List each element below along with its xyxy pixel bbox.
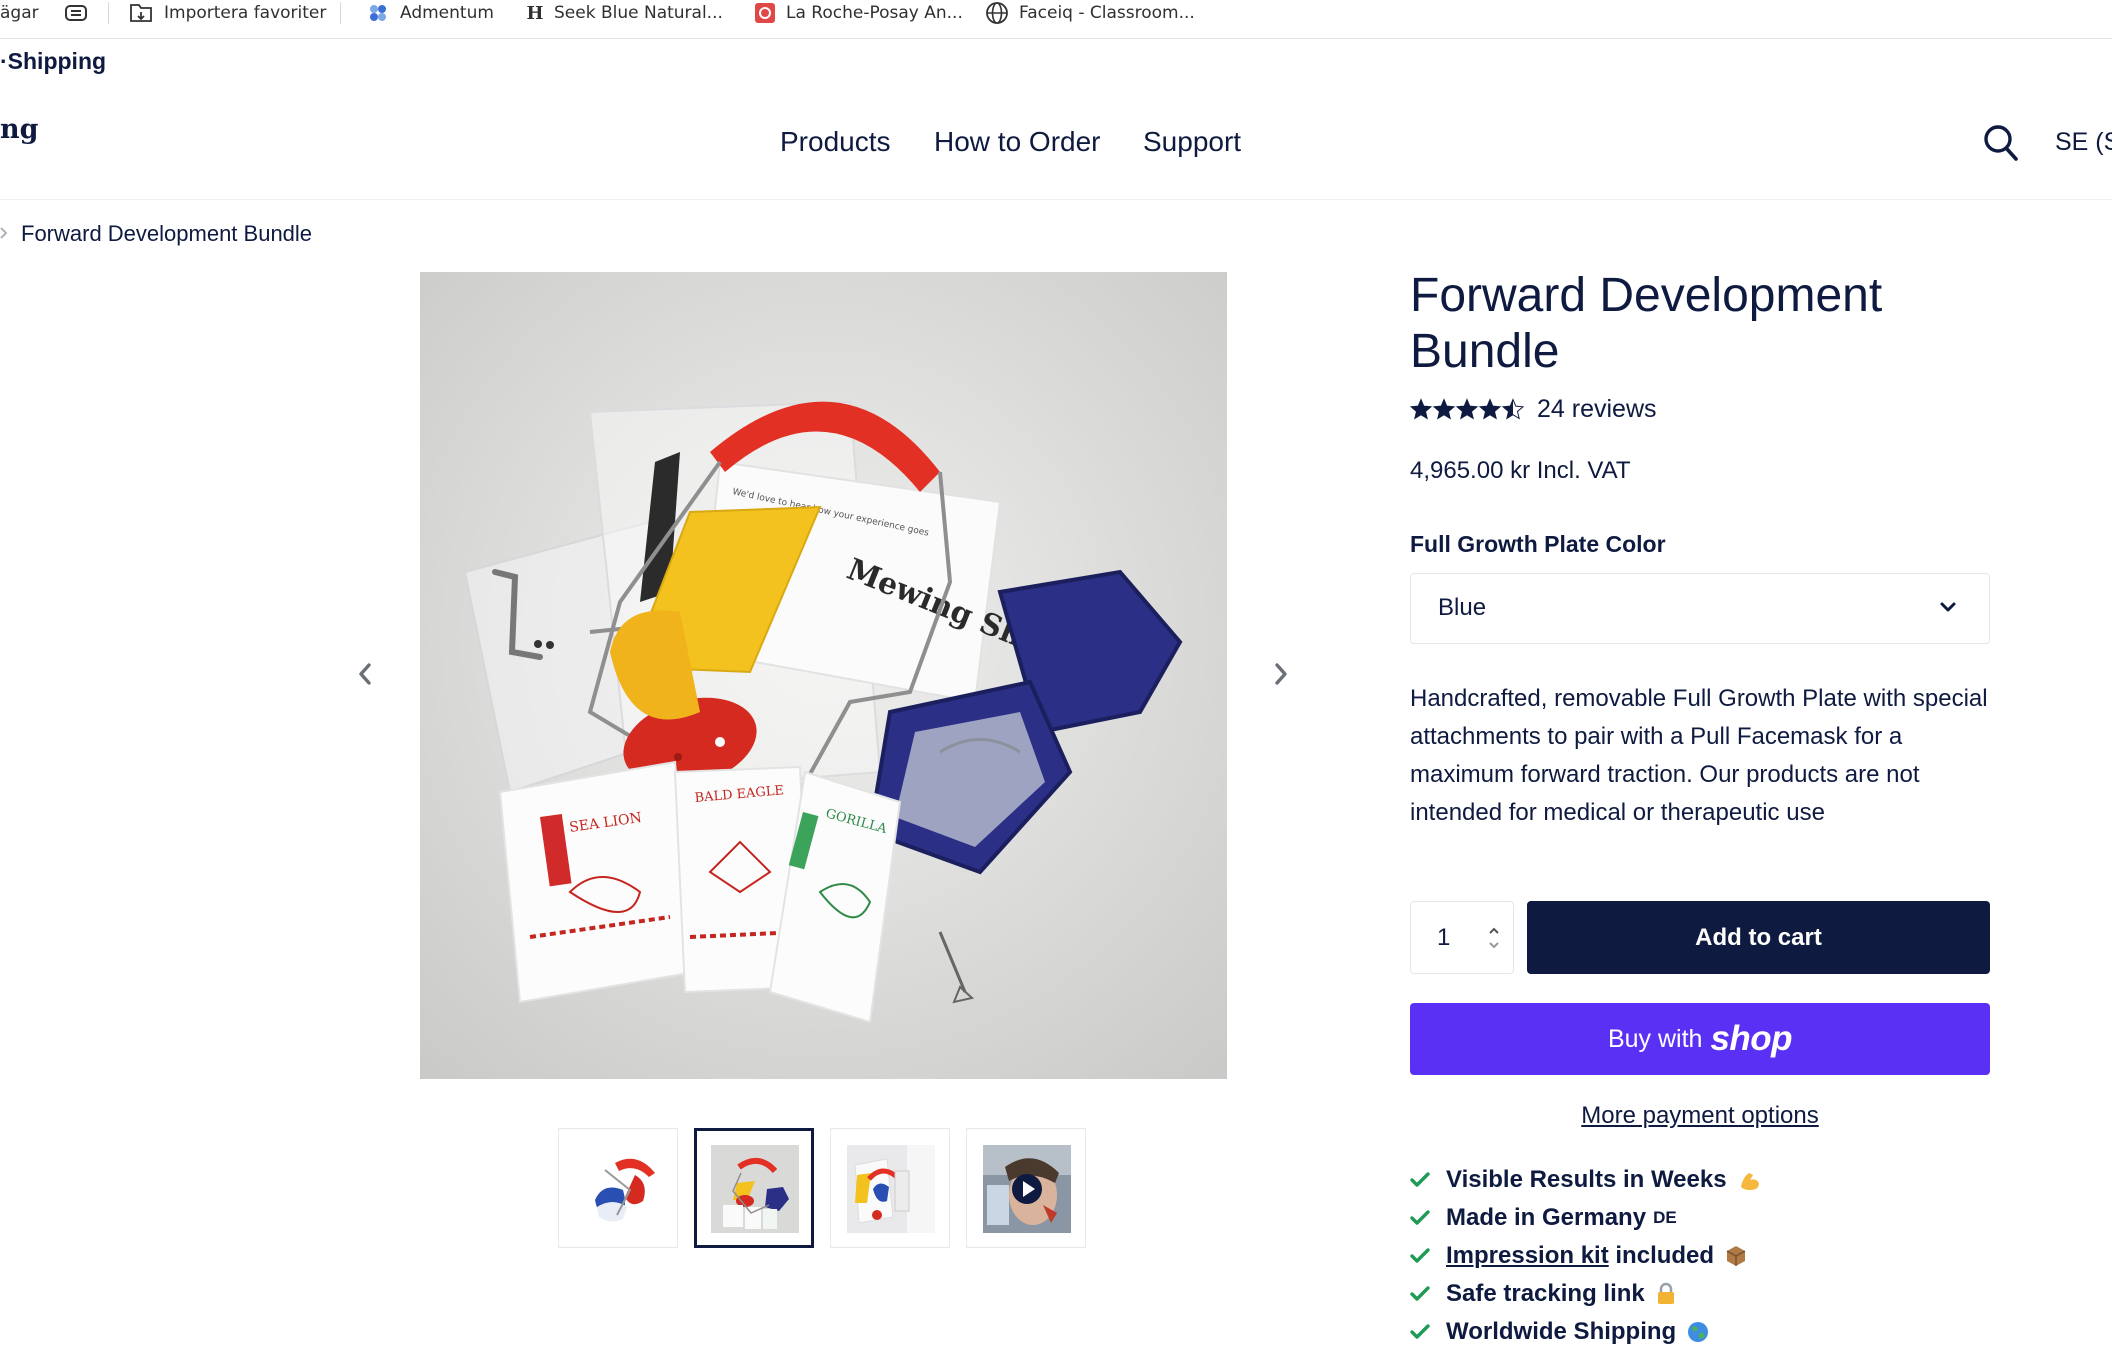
bookmark-item[interactable] xyxy=(64,0,98,26)
star-icon xyxy=(1409,398,1433,420)
product-title: Forward Development Bundle xyxy=(1410,269,1883,378)
announcement-bar: ·Shipping xyxy=(0,48,106,75)
package-icon xyxy=(1724,1244,1748,1268)
bookmark-item[interactable]: ägar xyxy=(0,0,39,26)
quantity-stepper[interactable]: 1 xyxy=(1410,901,1514,974)
laroche-icon xyxy=(754,2,776,24)
breadcrumb-current: Forward Development Bundle xyxy=(21,221,313,246)
checkmark-icon xyxy=(1410,1210,1430,1226)
tab-icon xyxy=(64,4,88,22)
bookmark-separator xyxy=(340,2,341,24)
bookmark-item[interactable]: Importera favoriter xyxy=(128,0,326,26)
feature-item: Made in Germany DE xyxy=(1410,1204,1677,1232)
search-icon[interactable] xyxy=(1983,124,2019,167)
header-divider xyxy=(0,199,2112,200)
reviews-link[interactable]: 24 reviews xyxy=(1537,395,1657,424)
letter-h-icon: H xyxy=(526,2,544,24)
play-icon xyxy=(967,1129,968,1130)
feature-text: included xyxy=(1608,1242,1715,1269)
product-price: 4,965.00 kr Incl. VAT xyxy=(1410,457,1631,484)
feature-item: Visible Results in Weeks xyxy=(1410,1166,1763,1194)
shop-logo: shop xyxy=(1710,1019,1793,1058)
globe-icon xyxy=(985,1,1009,25)
admentum-icon xyxy=(366,2,390,24)
gallery-next-button[interactable] xyxy=(1272,660,1290,693)
star-icon xyxy=(1432,398,1456,420)
checkmark-icon xyxy=(1410,1286,1430,1302)
feature-item: Impression kit included xyxy=(1410,1242,1748,1270)
buy-with-label: Buy with xyxy=(1607,1024,1703,1053)
checkmark-icon xyxy=(1410,1248,1430,1264)
bookmark-label: Admentum xyxy=(400,3,494,23)
announcement-text: Shipping xyxy=(7,48,107,74)
nav-products[interactable]: Products xyxy=(780,126,891,158)
bookmark-item[interactable]: Admentum xyxy=(366,0,494,26)
feature-item: Safe tracking link xyxy=(1410,1280,1677,1308)
stepper-arrows-icon[interactable] xyxy=(1487,924,1501,957)
impression-kit-link[interactable]: Impression kit xyxy=(1446,1242,1609,1270)
bookmark-label: Importera favoriter xyxy=(164,3,327,23)
bookmarks-bar: ägar Importera favoriter Admentum H Seek… xyxy=(0,0,2112,39)
star-icon xyxy=(1455,398,1479,420)
nav-support[interactable]: Support xyxy=(1143,126,1241,158)
rating-stars-icon xyxy=(1409,398,1528,425)
locale-selector[interactable]: SE (S xyxy=(2055,128,2112,157)
product-main-image[interactable]: We'd love to hear how your experience go… xyxy=(420,272,1227,1079)
breadcrumb-chevron-icon xyxy=(0,226,8,245)
product-description: Handcrafted, removable Full Growth Plate… xyxy=(1410,685,1988,826)
star-icon xyxy=(1478,398,1502,420)
bookmark-separator xyxy=(108,2,109,24)
announcement-prefix: · xyxy=(0,48,8,74)
more-payment-options-link[interactable]: More payment options xyxy=(1410,1102,1990,1130)
thumbnail-2-active[interactable] xyxy=(694,1128,814,1248)
checkmark-icon xyxy=(1410,1324,1430,1340)
thumbnail-3[interactable] xyxy=(830,1128,950,1248)
buy-with-shop-button[interactable]: Buy with shop xyxy=(1410,1003,1990,1075)
feature-text: Visible Results in Weeks xyxy=(1446,1166,1727,1193)
nav-how-to-order[interactable]: How to Order xyxy=(934,126,1101,158)
bookmark-item[interactable]: Faceiq - Classroom... xyxy=(985,0,1195,26)
checkmark-icon xyxy=(1410,1172,1430,1188)
gallery-prev-button[interactable] xyxy=(356,660,374,693)
bookmark-item[interactable]: H Seek Blue Natural... xyxy=(526,0,723,26)
color-select-value: Blue xyxy=(1438,594,1487,621)
bookmark-label: Seek Blue Natural... xyxy=(554,3,723,23)
bookmark-label: ägar xyxy=(0,3,39,23)
feature-text: Made in Germany xyxy=(1446,1204,1647,1231)
bookmark-label: Faceiq - Classroom... xyxy=(1019,3,1195,23)
bookmark-label: La Roche-Posay An... xyxy=(786,3,963,23)
thumbnail-1[interactable] xyxy=(558,1128,678,1248)
lock-icon xyxy=(1655,1282,1677,1306)
feature-text: Worldwide Shipping xyxy=(1446,1318,1677,1345)
flexed-biceps-icon xyxy=(1737,1167,1763,1193)
option-label: Full Growth Plate Color xyxy=(1410,531,1666,557)
feature-text: Safe tracking link xyxy=(1446,1280,1645,1307)
add-to-cart-button[interactable]: Add to cart xyxy=(1527,901,1990,974)
chevron-down-icon xyxy=(1939,600,1957,619)
flag-de-label: DE xyxy=(1653,1208,1677,1227)
color-select[interactable]: Blue xyxy=(1410,573,1990,644)
bookmark-item[interactable]: La Roche-Posay An... xyxy=(754,0,963,26)
globe-icon xyxy=(1686,1320,1710,1344)
star-icon xyxy=(1501,398,1525,420)
quantity-value: 1 xyxy=(1437,924,1451,951)
thumbnail-4-video[interactable] xyxy=(966,1128,1086,1248)
import-icon xyxy=(128,2,154,24)
feature-item: Worldwide Shipping xyxy=(1410,1318,1710,1346)
site-logo[interactable]: ng xyxy=(0,114,39,145)
